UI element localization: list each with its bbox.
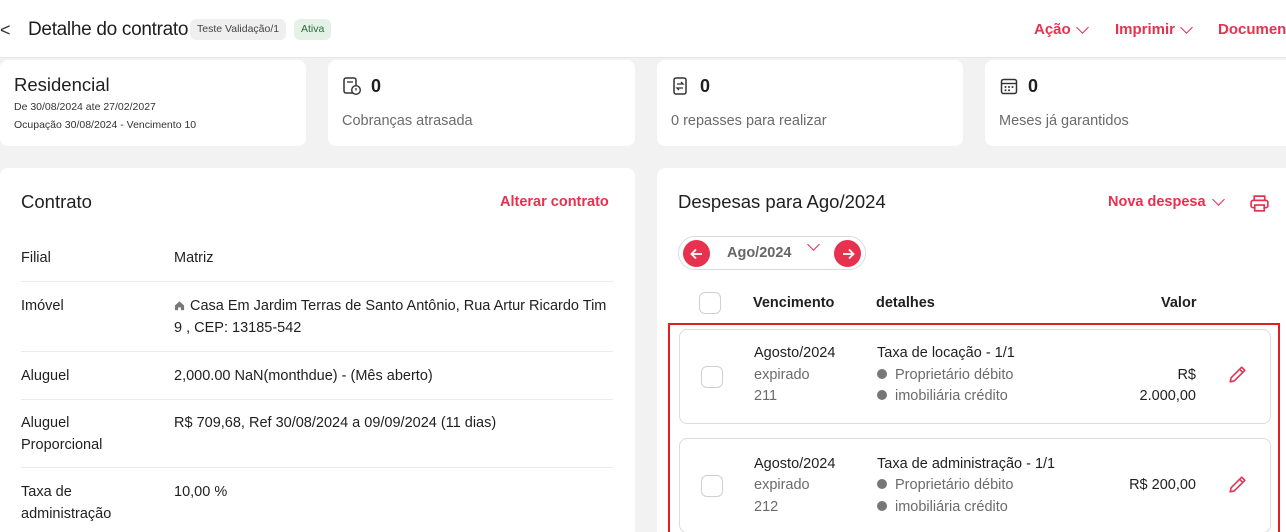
contract-type-card: Residencial De 30/08/2024 ate 27/02/2027…: [0, 60, 306, 146]
back-icon[interactable]: <: [0, 20, 11, 40]
new-expense-dropdown[interactable]: Nova despesa: [1108, 193, 1225, 210]
print-icon[interactable]: [1249, 193, 1270, 214]
select-all-checkbox[interactable]: [699, 292, 721, 314]
guaranteed-months-value: 0: [1028, 76, 1039, 96]
row-value: 2,000.00 NaN(monthdue) - (Mês aberto): [174, 368, 433, 384]
expenses-section-title: Despesas para Ago/2024: [678, 191, 886, 212]
contract-row-proportional-rent: Aluguel Proporcional R$ 709,68, Ref 30/0…: [21, 400, 613, 468]
row-label: Imóvel: [21, 298, 64, 314]
pending-transfers-label: 0 repasses para realizar: [671, 113, 827, 129]
chevron-down-icon[interactable]: [807, 238, 820, 251]
row-value: Casa Em Jardim Terras de Santo Antônio, …: [174, 295, 614, 339]
month-selector: Ago/2024: [678, 236, 866, 270]
row-value: Matriz: [174, 250, 214, 266]
action-menu-label: Ação: [1034, 21, 1071, 38]
home-icon: [174, 301, 185, 311]
contract-section-title: Contrato: [21, 191, 92, 212]
row-label: Aluguel: [21, 368, 70, 384]
contract-occupancy: Ocupação 30/08/2024 - Vencimento 10: [14, 119, 197, 131]
guaranteed-months-label: Meses já garantidos: [999, 113, 1129, 129]
property-address: Casa Em Jardim Terras de Santo Antônio, …: [174, 298, 607, 336]
arrow-left-icon: [689, 248, 702, 259]
arrow-right-icon: [842, 248, 855, 259]
chevron-down-icon: [1075, 20, 1089, 34]
next-month-button[interactable]: [834, 240, 861, 267]
contract-row-admin-fee: Taxa de administração 10,00 %: [21, 468, 613, 532]
print-menu[interactable]: Imprimir: [1115, 20, 1193, 38]
chevron-down-icon: [1211, 193, 1225, 206]
column-header-value: Valor: [1161, 295, 1197, 311]
status-badge: Ativa: [294, 19, 332, 40]
chevron-down-icon: [1180, 20, 1193, 34]
new-expense-label: Nova despesa: [1108, 194, 1206, 210]
documents-menu-label: Document: [1218, 21, 1286, 38]
row-value: R$ 709,68, Ref 30/08/2024 a 09/09/2024 (…: [174, 415, 497, 431]
page-title: Detalhe do contrato: [28, 19, 189, 40]
overdue-charges-value: 0: [371, 76, 382, 96]
column-header-due: Vencimento: [753, 295, 835, 311]
overdue-charges-card[interactable]: 0 Cobranças atrasada: [328, 60, 635, 146]
guaranteed-months-card[interactable]: 0 Meses já garantidos: [985, 60, 1286, 146]
contract-period: De 30/08/2024 ate 27/02/2027: [14, 101, 156, 113]
row-value: 10,00 %: [174, 484, 228, 500]
contract-row-branch: Filial Matriz: [21, 238, 613, 282]
overdue-charges-label: Cobranças atrasada: [342, 113, 473, 129]
transfer-icon: [673, 77, 687, 95]
contract-code-badge: Teste Validação/1: [190, 19, 287, 40]
selection-highlight-box: [668, 323, 1280, 532]
pending-transfers-value: 0: [700, 76, 711, 96]
row-label: Filial: [21, 250, 51, 266]
contract-card: Contrato Alterar contrato Filial Matriz …: [0, 168, 635, 532]
print-menu-label: Imprimir: [1115, 21, 1176, 38]
action-menu[interactable]: Ação: [1034, 20, 1089, 38]
calendar-icon: [1000, 78, 1018, 95]
contract-type-title: Residencial: [14, 74, 110, 95]
column-header-details: detalhes: [876, 295, 935, 311]
pending-transfers-card[interactable]: 0 0 repasses para realizar: [657, 60, 963, 146]
overdue-invoice-icon: [343, 77, 362, 96]
contract-row-property: Imóvel Casa Em Jardim Terras de Santo An…: [21, 282, 613, 352]
contract-row-rent: Aluguel 2,000.00 NaN(monthdue) - (Mês ab…: [21, 352, 613, 400]
documents-menu[interactable]: Document: [1218, 21, 1286, 38]
page-header: < Detalhe do contrato Teste Validação/1 …: [0, 0, 1286, 58]
row-label: Aluguel Proporcional: [21, 415, 103, 453]
current-month-label[interactable]: Ago/2024: [727, 245, 791, 261]
edit-contract-link[interactable]: Alterar contrato: [500, 194, 609, 210]
previous-month-button[interactable]: [683, 240, 710, 267]
row-label: Taxa de administração: [21, 484, 112, 522]
